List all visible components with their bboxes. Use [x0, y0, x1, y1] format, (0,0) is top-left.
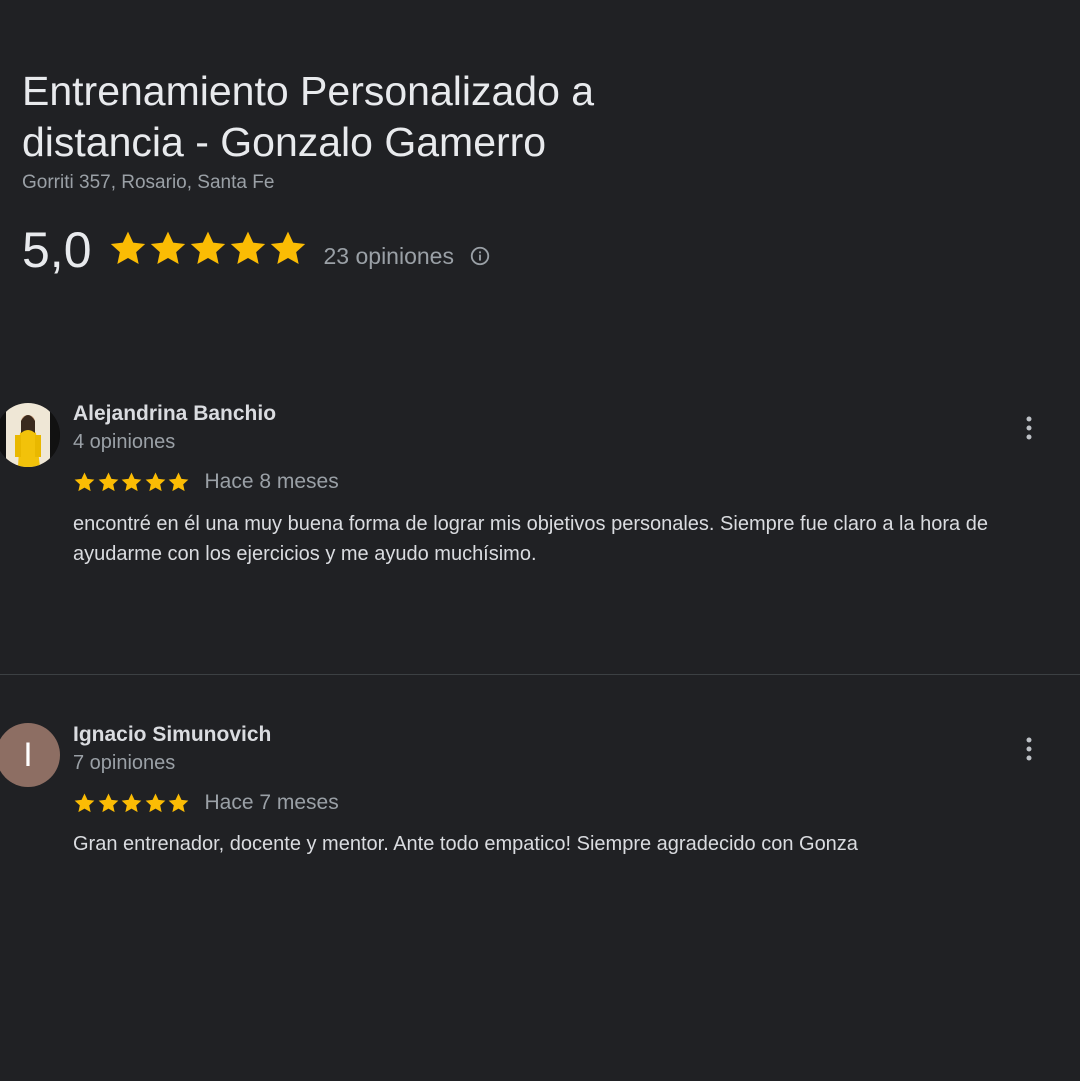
- review-count-link[interactable]: 23 opiniones: [324, 243, 454, 270]
- star-icon: [168, 793, 189, 812]
- reviewer-review-count: 4 opiniones: [73, 431, 176, 453]
- star-icon: [145, 472, 165, 491]
- reviewer-photo: [0, 403, 60, 467]
- star-icon: [98, 793, 118, 812]
- more-vert-icon: [1026, 737, 1032, 761]
- review-stars: [73, 471, 191, 494]
- reviewer-name[interactable]: Alejandrina Banchio: [73, 402, 276, 426]
- star-icon: [98, 472, 118, 491]
- review-rating-row: Hace 7 meses: [73, 791, 339, 815]
- review-time: Hace 8 meses: [204, 470, 339, 493]
- rating-stars: [108, 229, 308, 269]
- star-icon: [121, 793, 142, 812]
- star-icon: [270, 231, 305, 264]
- reviewer-avatar[interactable]: I: [0, 723, 60, 787]
- star-icon: [110, 231, 145, 264]
- info-icon[interactable]: [468, 244, 492, 268]
- star-icon: [150, 231, 185, 264]
- star-icon: [230, 231, 265, 264]
- business-title: Entrenamiento Personalizado a distancia …: [22, 68, 595, 165]
- star-icon: [190, 231, 225, 264]
- review-text: encontré en él una muy buena forma de lo…: [73, 513, 988, 565]
- business-address: Gorriti 357, Rosario, Santa Fe: [22, 172, 275, 193]
- more-vert-icon: [1026, 416, 1032, 440]
- star-icon: [74, 472, 95, 491]
- review-rating-row: Hace 8 meses: [73, 470, 339, 494]
- rating-value: 5,0: [22, 222, 92, 278]
- reviewer-review-count: 7 opiniones: [73, 752, 176, 774]
- star-icon: [145, 793, 165, 812]
- star-icon: [168, 472, 189, 491]
- more-options-button[interactable]: [1017, 734, 1041, 764]
- review-time: Hace 7 meses: [204, 791, 339, 814]
- review-divider: [0, 674, 1080, 675]
- reviewer-name[interactable]: Ignacio Simunovich: [73, 723, 271, 747]
- reviewer-avatar[interactable]: [0, 403, 60, 467]
- rating-summary: 5,0 23 opiniones: [22, 220, 492, 280]
- more-options-button[interactable]: [1017, 413, 1041, 443]
- star-icon: [121, 472, 142, 491]
- star-icon: [74, 793, 95, 812]
- review-stars: [73, 792, 191, 815]
- review-text: Gran entrenador, docente y mentor. Ante …: [73, 833, 858, 855]
